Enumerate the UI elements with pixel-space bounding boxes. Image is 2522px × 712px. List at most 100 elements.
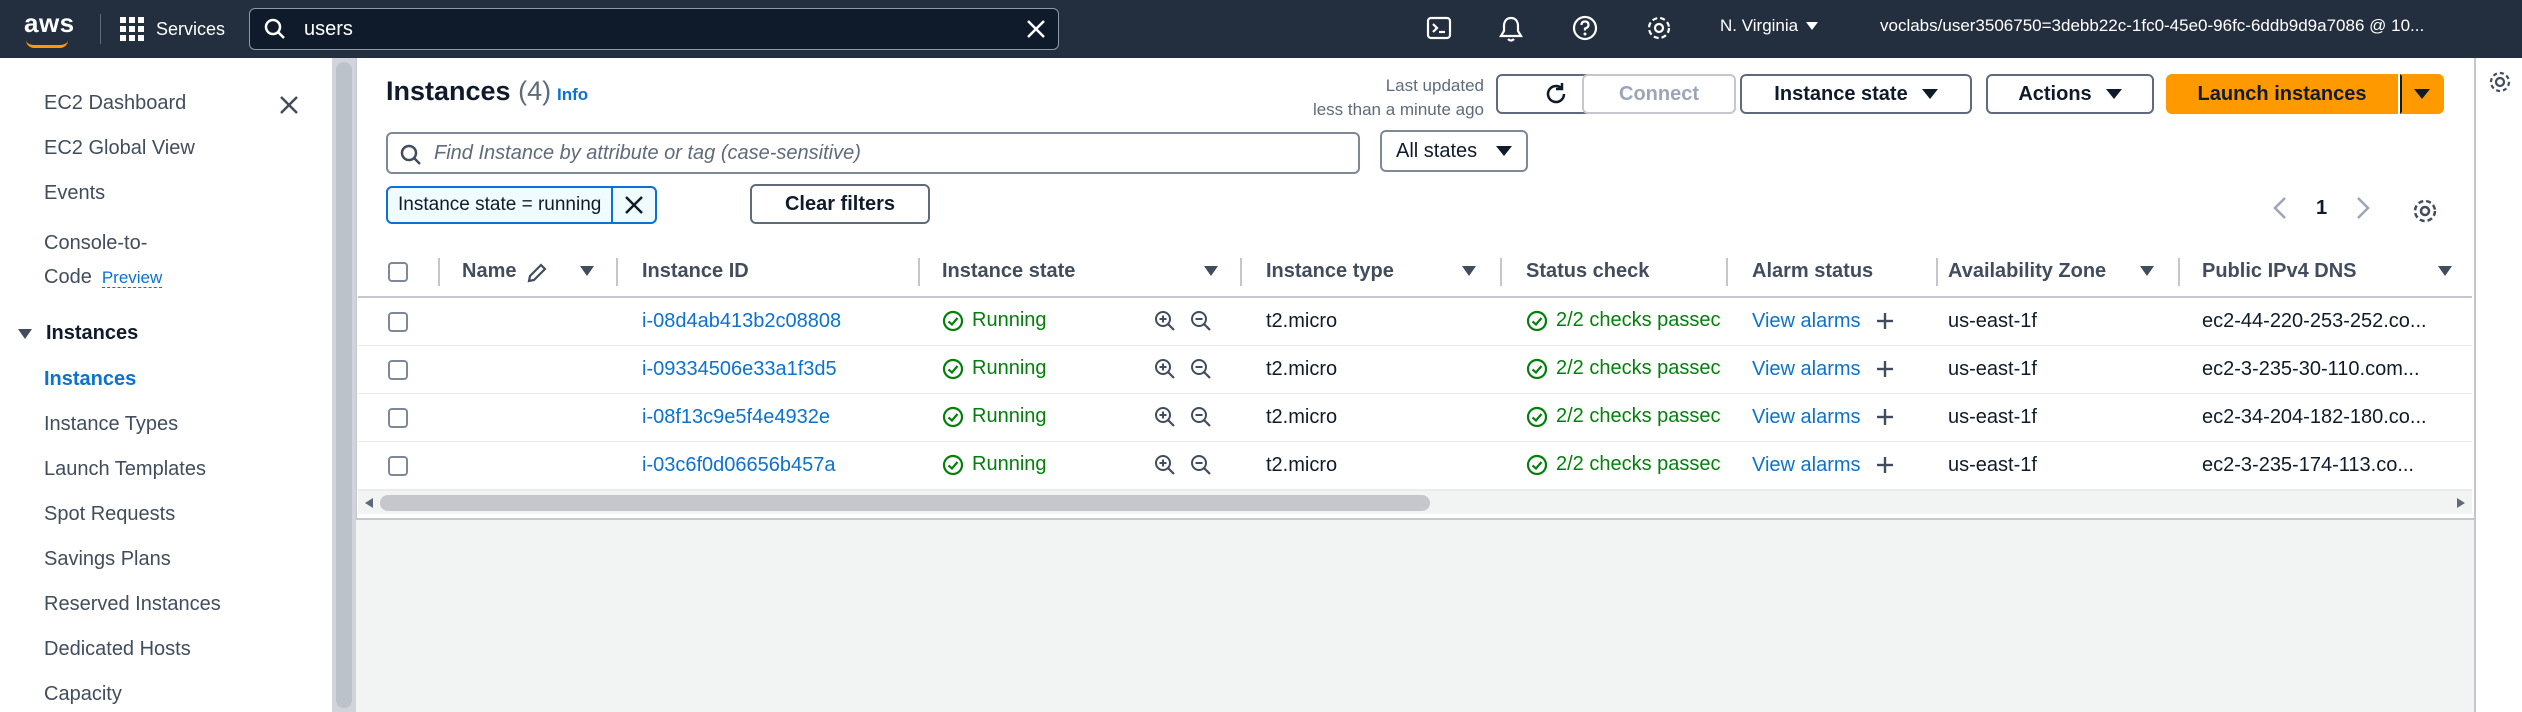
edit-pencil-icon[interactable] xyxy=(526,262,548,284)
zoom-out-icon[interactable] xyxy=(1190,358,1212,380)
cloudshell-icon[interactable] xyxy=(1426,15,1452,41)
add-alarm-button[interactable] xyxy=(1874,310,1896,337)
row-checkbox[interactable] xyxy=(388,312,408,332)
select-all-checkbox[interactable] xyxy=(388,262,408,282)
clear-filters-button[interactable]: Clear filters xyxy=(750,184,930,224)
column-header-instance-state[interactable]: Instance state xyxy=(942,260,1075,283)
zoom-out-button[interactable] xyxy=(1190,310,1212,337)
column-divider[interactable] xyxy=(1726,258,1728,286)
instance-state-button[interactable]: Instance state xyxy=(1740,74,1972,114)
row-checkbox[interactable] xyxy=(388,456,408,476)
sort-caret-icon[interactable] xyxy=(2140,266,2154,276)
zoom-in-icon[interactable] xyxy=(1154,358,1176,380)
instance-id-link[interactable]: i-09334506e33a1f3d5 xyxy=(642,358,837,381)
remove-filter-button[interactable] xyxy=(613,188,655,222)
clear-search-icon[interactable] xyxy=(1026,19,1046,39)
launch-instances-button[interactable]: Launch instances xyxy=(2166,74,2398,114)
zoom-out-icon[interactable] xyxy=(1190,406,1212,428)
column-divider[interactable] xyxy=(1240,258,1242,286)
column-divider[interactable] xyxy=(1936,258,1938,286)
column-header-name[interactable]: Name xyxy=(462,260,516,283)
row-checkbox[interactable] xyxy=(388,360,408,380)
states-select[interactable]: All states xyxy=(1380,130,1528,172)
close-sidebar-icon[interactable] xyxy=(278,94,300,116)
global-search-input[interactable]: users xyxy=(249,8,1059,50)
scroll-right-icon[interactable] xyxy=(2456,497,2466,509)
sidebar-section-instances[interactable]: Instances xyxy=(18,322,138,345)
sidebar-item-reserved-instances[interactable]: Reserved Instances xyxy=(44,593,221,616)
sidebar-item-spot-requests[interactable]: Spot Requests xyxy=(44,503,175,526)
column-header-alarm-status[interactable]: Alarm status xyxy=(1752,260,1873,283)
add-alarm-button[interactable] xyxy=(1874,406,1896,433)
table-preferences-gear-icon[interactable] xyxy=(2412,198,2438,224)
zoom-out-icon[interactable] xyxy=(1190,310,1212,332)
row-checkbox[interactable] xyxy=(388,408,408,428)
preview-badge[interactable]: Preview xyxy=(101,268,163,288)
notifications-bell-icon[interactable] xyxy=(1498,15,1524,43)
sort-caret-icon[interactable] xyxy=(2438,266,2452,276)
previous-page-icon[interactable] xyxy=(2272,196,2288,220)
view-alarms-link[interactable]: View alarms xyxy=(1752,310,1861,333)
scrollbar-thumb[interactable] xyxy=(336,62,352,708)
sidebar-scrollbar[interactable] xyxy=(332,58,356,712)
sidebar-item-console-to-code[interactable]: Console-to- Code Preview xyxy=(44,226,163,295)
tools-panel-gear-icon[interactable] xyxy=(2488,70,2512,94)
column-header-instance-id[interactable]: Instance ID xyxy=(642,260,749,283)
scroll-left-icon[interactable] xyxy=(364,497,374,509)
zoom-in-button[interactable] xyxy=(1154,454,1176,481)
settings-gear-icon[interactable] xyxy=(1646,15,1672,41)
view-alarms-link[interactable]: View alarms xyxy=(1752,406,1861,429)
add-alarm-button[interactable] xyxy=(1874,454,1896,481)
column-divider[interactable] xyxy=(918,258,920,286)
sidebar-item-events[interactable]: Events xyxy=(44,182,105,205)
current-page[interactable]: 1 xyxy=(2316,197,2327,220)
sidebar-item-ec2-dashboard[interactable]: EC2 Dashboard xyxy=(44,92,186,115)
zoom-in-button[interactable] xyxy=(1154,358,1176,385)
column-divider[interactable] xyxy=(438,258,440,286)
instance-id-link[interactable]: i-08d4ab413b2c08808 xyxy=(642,310,841,333)
next-page-icon[interactable] xyxy=(2355,196,2371,220)
zoom-in-icon[interactable] xyxy=(1154,454,1176,476)
table-horizontal-scrollbar[interactable] xyxy=(358,490,2472,514)
sidebar-item-launch-templates[interactable]: Launch Templates xyxy=(44,458,206,481)
sidebar-item-dedicated-hosts[interactable]: Dedicated Hosts xyxy=(44,638,191,661)
launch-instances-dropdown[interactable] xyxy=(2400,74,2444,114)
sort-caret-icon[interactable] xyxy=(1462,266,1476,276)
actions-button[interactable]: Actions xyxy=(1986,74,2154,114)
sidebar-item-instances[interactable]: Instances xyxy=(44,368,136,391)
filter-text-field[interactable] xyxy=(434,142,1334,165)
column-divider[interactable] xyxy=(2178,258,2180,286)
column-divider[interactable] xyxy=(1500,258,1502,286)
column-header-instance-type[interactable]: Instance type xyxy=(1266,260,1394,283)
zoom-out-icon[interactable] xyxy=(1190,454,1212,476)
instance-filter-input[interactable] xyxy=(386,132,1360,174)
zoom-out-button[interactable] xyxy=(1190,358,1212,385)
view-alarms-link[interactable]: View alarms xyxy=(1752,454,1861,477)
instance-id-link[interactable]: i-08f13c9e5f4e4932e xyxy=(642,406,830,429)
add-alarm-icon[interactable] xyxy=(1874,454,1896,476)
zoom-in-button[interactable] xyxy=(1154,406,1176,433)
zoom-in-icon[interactable] xyxy=(1154,310,1176,332)
sidebar-item-savings-plans[interactable]: Savings Plans xyxy=(44,548,171,571)
column-header-status-check[interactable]: Status check xyxy=(1526,260,1649,283)
sidebar-item-instance-types[interactable]: Instance Types xyxy=(44,413,178,436)
zoom-in-button[interactable] xyxy=(1154,310,1176,337)
instance-id-link[interactable]: i-03c6f0d06656b457a xyxy=(642,454,836,477)
sort-caret-icon[interactable] xyxy=(580,266,594,276)
add-alarm-icon[interactable] xyxy=(1874,358,1896,380)
table-row[interactable]: i-08d4ab413b2c08808 Running t2.micro 2/2 ch… xyxy=(358,298,2472,346)
zoom-in-icon[interactable] xyxy=(1154,406,1176,428)
scrollbar-thumb[interactable] xyxy=(380,495,1430,511)
view-alarms-link[interactable]: View alarms xyxy=(1752,358,1861,381)
filter-token-label[interactable]: Instance state = running xyxy=(388,188,614,222)
info-link[interactable]: Info xyxy=(557,85,588,105)
account-menu[interactable]: voclabs/user3506750=3debb22c-1fc0-45e0-9… xyxy=(1880,16,2500,36)
zoom-out-button[interactable] xyxy=(1190,406,1212,433)
add-alarm-icon[interactable] xyxy=(1874,406,1896,428)
table-row[interactable]: i-03c6f0d06656b457a Running t2.micro 2/2 ch… xyxy=(358,442,2472,490)
table-row[interactable]: i-08f13c9e5f4e4932e Running t2.micro 2/2 ch… xyxy=(358,394,2472,442)
zoom-out-button[interactable] xyxy=(1190,454,1212,481)
add-alarm-icon[interactable] xyxy=(1874,310,1896,332)
column-header-availability-zone[interactable]: Availability Zone xyxy=(1948,260,2106,283)
region-selector[interactable]: N. Virginia xyxy=(1720,16,1819,36)
